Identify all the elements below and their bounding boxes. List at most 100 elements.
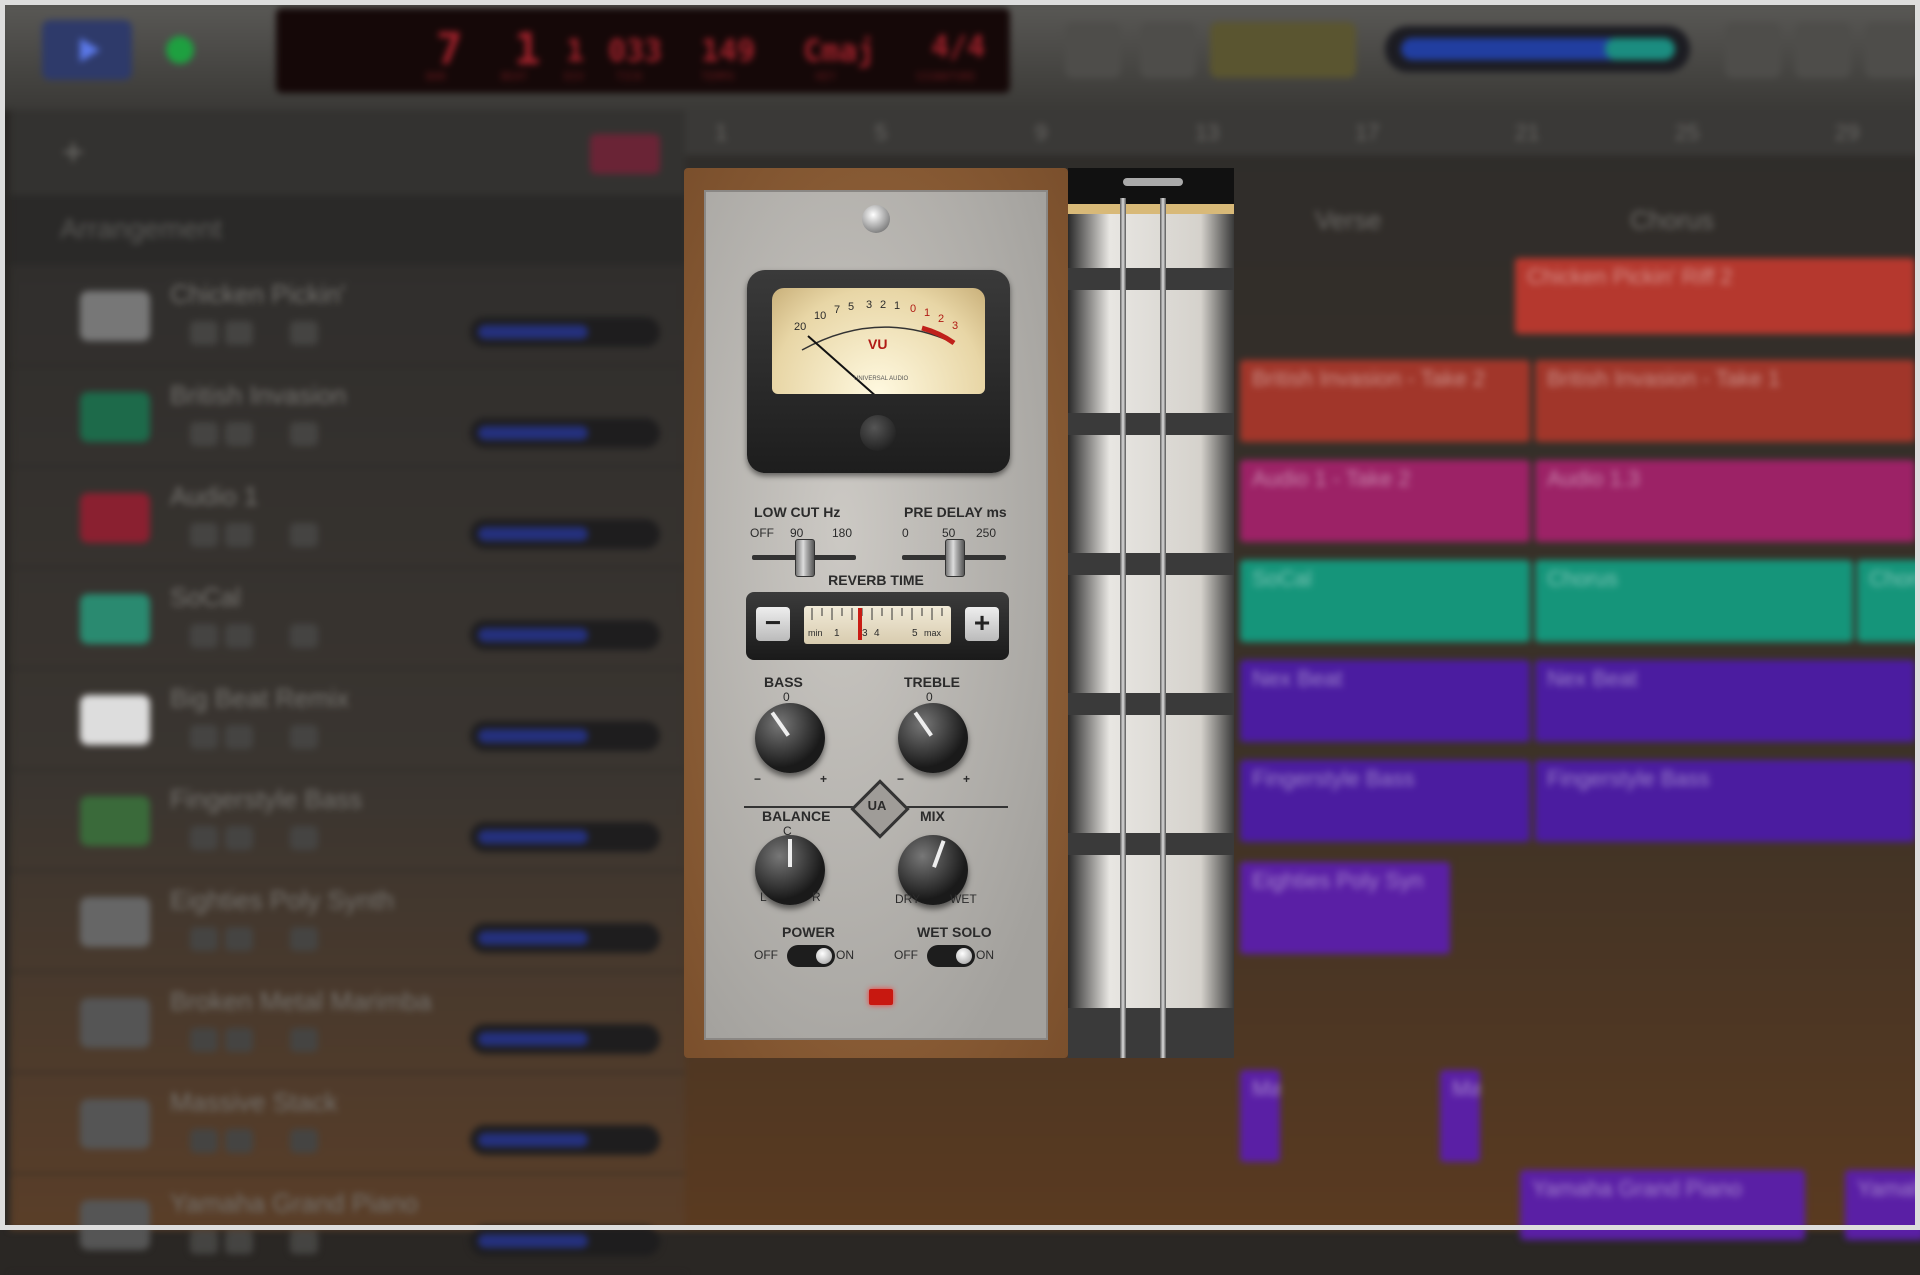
track-row[interactable]: Big Beat Remix xyxy=(10,669,685,770)
mute-button[interactable] xyxy=(190,1129,218,1153)
plate-shelf xyxy=(1068,833,1234,855)
record-enable-button[interactable] xyxy=(290,1230,318,1254)
reverb-time-decrease-button[interactable]: − xyxy=(756,607,790,641)
mute-button[interactable] xyxy=(190,422,218,446)
track-row[interactable]: Yamaha Grand Piano xyxy=(10,1174,685,1275)
reverb-scale-label: 3 xyxy=(862,628,868,639)
region[interactable]: SoCal xyxy=(1240,560,1530,642)
region[interactable]: Chorus xyxy=(1857,560,1920,642)
track-volume-slider[interactable] xyxy=(470,1125,660,1155)
solo-button[interactable] xyxy=(225,927,253,951)
solo-button[interactable] xyxy=(225,1129,253,1153)
mute-button[interactable] xyxy=(190,523,218,547)
solo-button[interactable] xyxy=(225,422,253,446)
record-enable-button[interactable] xyxy=(290,624,318,648)
master-volume-slider[interactable] xyxy=(1385,26,1690,72)
timeline-ruler[interactable]: 1 5 9 13 17 21 25 29 xyxy=(685,110,1920,155)
region[interactable]: Audio 1 - Take 2 xyxy=(1240,460,1530,542)
record-enable-button[interactable] xyxy=(290,927,318,951)
region-toggle-button[interactable] xyxy=(590,134,660,174)
region[interactable]: Nex Beat xyxy=(1240,660,1530,742)
reverb-scale-label: 4 xyxy=(874,628,880,639)
add-track-icon[interactable]: + xyxy=(62,132,84,175)
track-volume-slider[interactable] xyxy=(470,923,660,953)
solo-button[interactable] xyxy=(225,826,253,850)
region[interactable]: Fingerstyle Bass xyxy=(1535,760,1915,842)
vu-scale-label: 1 xyxy=(894,300,901,312)
solo-button[interactable] xyxy=(225,321,253,345)
region[interactable]: Eighties Poly Syn xyxy=(1240,862,1450,954)
record-enable-button[interactable] xyxy=(290,321,318,345)
mute-button[interactable] xyxy=(190,927,218,951)
record-enable-button[interactable] xyxy=(290,826,318,850)
solo-button[interactable] xyxy=(225,1230,253,1254)
track-row[interactable]: Fingerstyle Bass xyxy=(10,770,685,871)
region[interactable]: British Invasion - Take 2 xyxy=(1240,360,1530,442)
instrument-icon xyxy=(80,695,150,745)
track-row[interactable]: SoCal xyxy=(10,568,685,669)
undo-button[interactable] xyxy=(1065,22,1121,78)
treble-minus-label: − xyxy=(897,772,905,786)
region[interactable]: Ma xyxy=(1240,1070,1280,1162)
region[interactable]: Fingerstyle Bass xyxy=(1240,760,1530,842)
reverb-scale-label: 1 xyxy=(834,628,840,639)
bass-knob[interactable] xyxy=(755,703,825,773)
count-in-button[interactable] xyxy=(1210,22,1356,78)
mute-button[interactable] xyxy=(190,624,218,648)
mute-button[interactable] xyxy=(190,725,218,749)
play-button[interactable] xyxy=(42,20,132,80)
power-on-label: ON xyxy=(836,948,854,962)
region[interactable]: Audio 1.3 xyxy=(1535,460,1915,542)
vu-scale-label: 7 xyxy=(834,304,841,316)
settings-button[interactable] xyxy=(1865,22,1920,78)
track-row[interactable]: Broken Metal Marimba xyxy=(10,972,685,1073)
low-cut-tick: OFF xyxy=(750,526,774,540)
track-row[interactable]: Audio 1 xyxy=(10,467,685,568)
solo-button[interactable] xyxy=(225,1028,253,1052)
treble-knob[interactable] xyxy=(898,703,968,773)
mute-button[interactable] xyxy=(190,1028,218,1052)
record-enable-button[interactable] xyxy=(290,1028,318,1052)
mute-button[interactable] xyxy=(190,1230,218,1254)
record-enable-button[interactable] xyxy=(290,725,318,749)
record-enable-button[interactable] xyxy=(290,422,318,446)
treble-title: TREBLE xyxy=(904,674,960,690)
region[interactable]: Ma xyxy=(1440,1070,1480,1162)
region[interactable]: British Invasion - Take 1 xyxy=(1535,360,1915,442)
reverb-scale-label: min xyxy=(808,628,823,638)
power-switch[interactable] xyxy=(787,945,835,967)
track-volume-slider[interactable] xyxy=(470,519,660,549)
mute-button[interactable] xyxy=(190,321,218,345)
track-volume-slider[interactable] xyxy=(470,620,660,650)
track-row[interactable]: Eighties Poly Synth xyxy=(10,871,685,972)
track-volume-slider[interactable] xyxy=(470,1024,660,1054)
pencil-button[interactable] xyxy=(1140,22,1196,78)
record-enable-button[interactable] xyxy=(290,523,318,547)
reverb-time-scale: min 1 3 4 5 max xyxy=(804,606,951,644)
solo-button[interactable] xyxy=(225,725,253,749)
mute-button[interactable] xyxy=(190,826,218,850)
track-header-toolbar: + xyxy=(10,110,685,195)
library-button[interactable] xyxy=(1795,22,1851,78)
track-volume-slider[interactable] xyxy=(470,418,660,448)
track-row[interactable]: Chicken Pickin' xyxy=(10,265,685,366)
track-volume-slider[interactable] xyxy=(470,1226,660,1256)
wet-solo-switch[interactable] xyxy=(927,945,975,967)
region[interactable]: Nex Beat xyxy=(1535,660,1915,742)
track-volume-slider[interactable] xyxy=(470,822,660,852)
track-volume-slider[interactable] xyxy=(470,721,660,751)
track-row[interactable]: British Invasion xyxy=(10,366,685,467)
meter-maker: UNIVERSAL AUDIO xyxy=(854,376,909,382)
region[interactable]: Chorus xyxy=(1535,560,1853,642)
pre-delay-tick: 250 xyxy=(976,526,997,540)
track-row[interactable]: Massive Stack xyxy=(10,1073,685,1174)
solo-button[interactable] xyxy=(225,624,253,648)
solo-button[interactable] xyxy=(225,523,253,547)
region[interactable]: Chicken Pickin' Riff 2 xyxy=(1515,258,1915,334)
record-enable-button[interactable] xyxy=(290,1129,318,1153)
track-volume-slider[interactable] xyxy=(470,317,660,347)
record-button[interactable] xyxy=(166,36,194,64)
reverb-time-increase-button[interactable]: + xyxy=(965,607,999,641)
loops-button[interactable] xyxy=(1725,22,1781,78)
power-title: POWER xyxy=(782,924,835,940)
